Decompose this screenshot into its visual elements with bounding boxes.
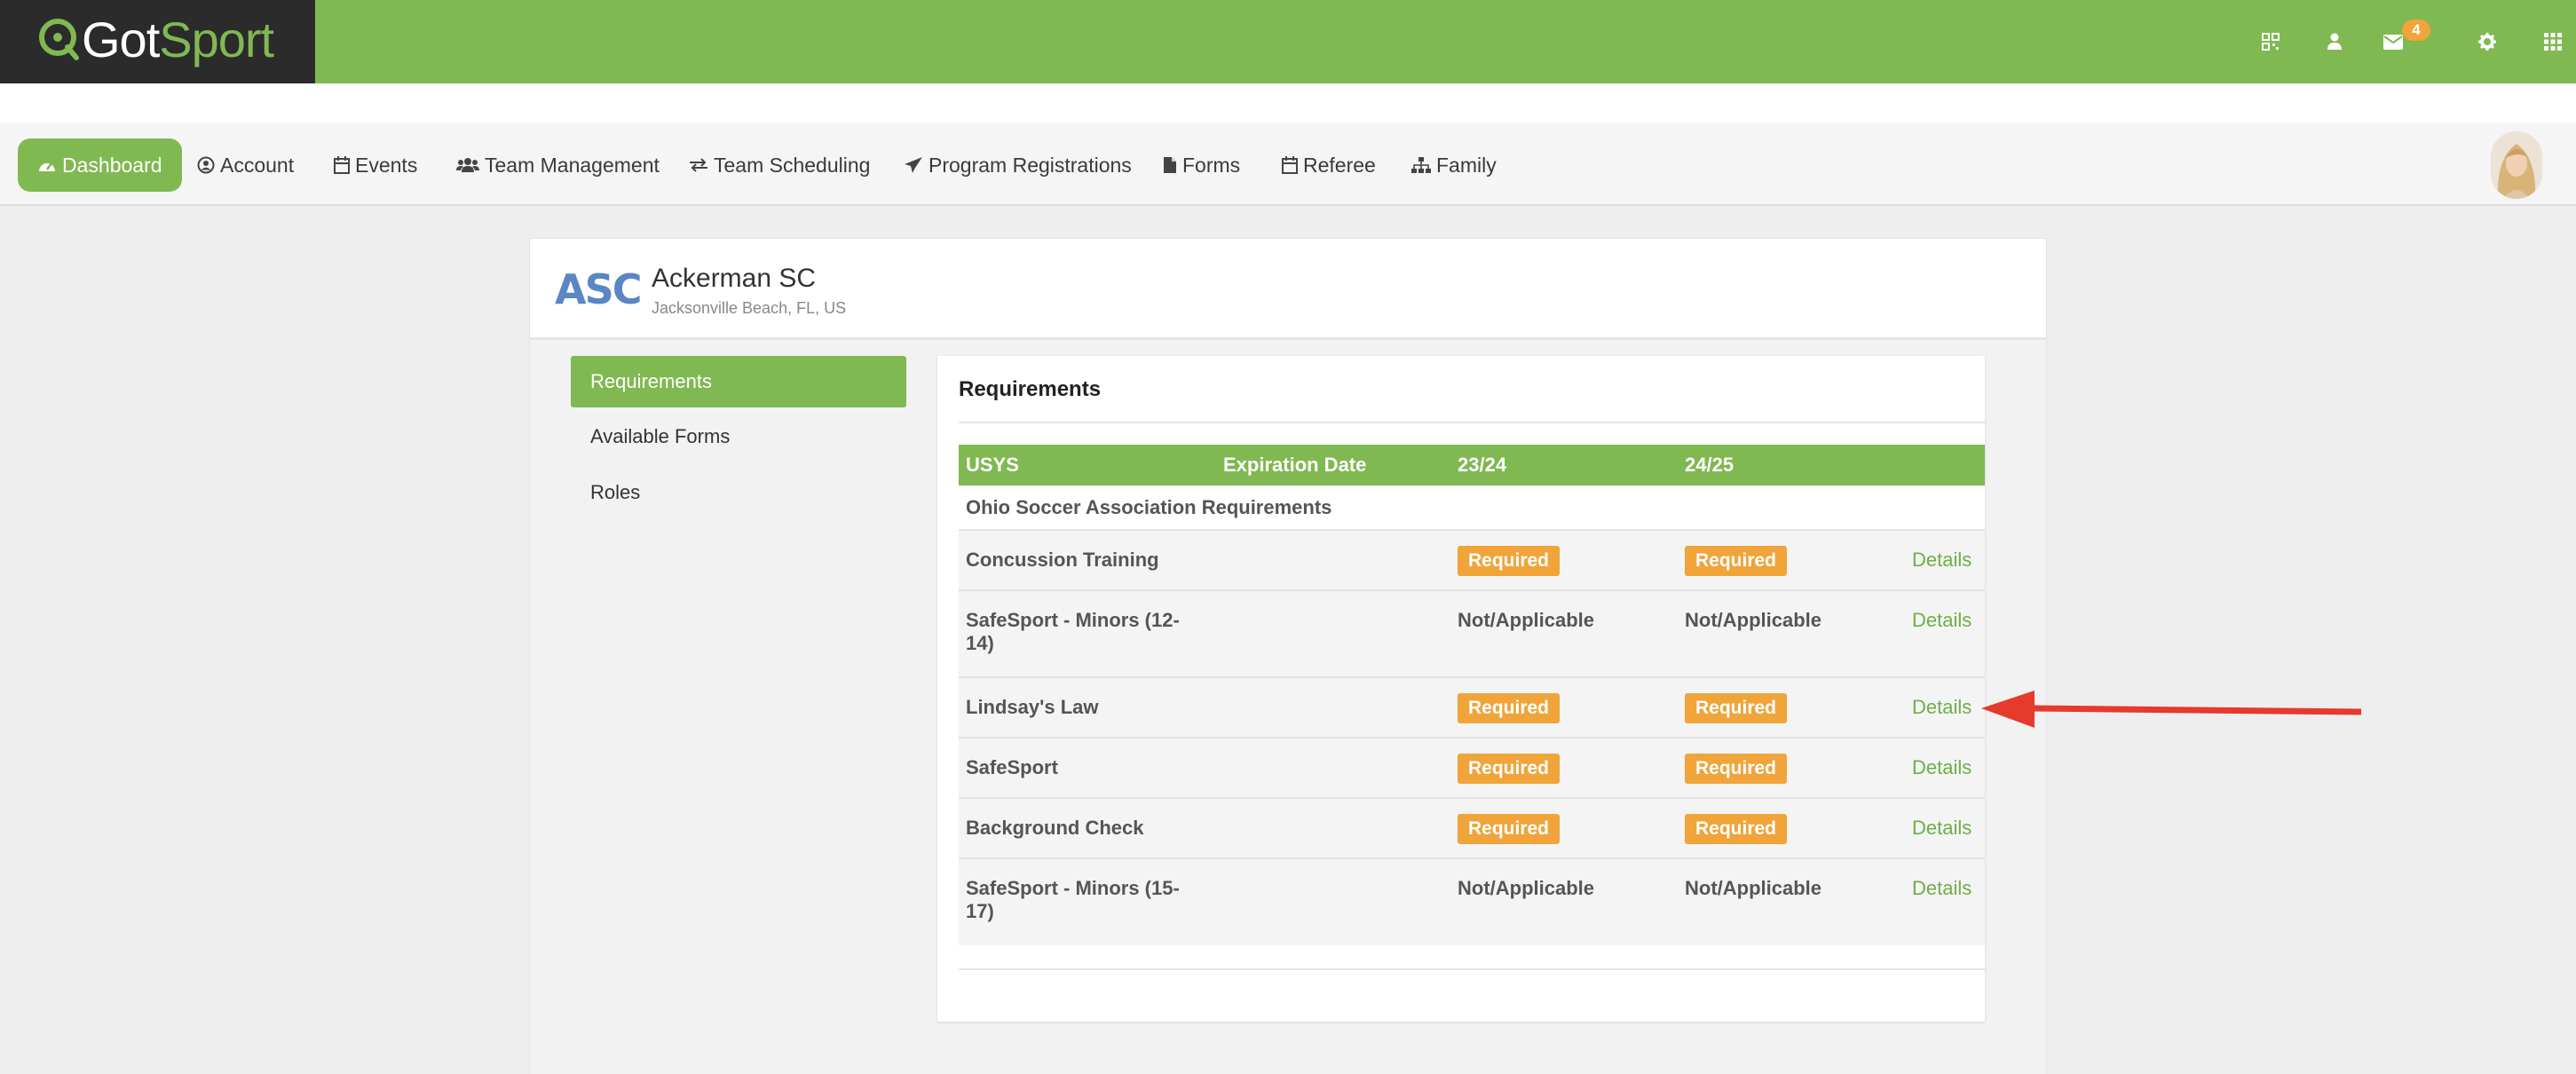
paper-plane-icon xyxy=(905,157,922,173)
nav-family[interactable]: Family xyxy=(1411,138,1497,192)
column-header: Expiration Date xyxy=(1216,445,1450,486)
table-row: Background Check Required Required Detai… xyxy=(959,797,1985,858)
status-text: Not/Applicable xyxy=(1678,857,1905,945)
club-body: Requirements Available Forms Roles Requi… xyxy=(530,340,2046,1074)
logo-text: GotSport xyxy=(82,12,274,67)
spacer-strip xyxy=(0,83,2576,122)
user-circle-icon xyxy=(197,156,215,174)
group-label: Ohio Soccer Association Requirements xyxy=(966,495,1332,518)
column-header: 24/25 xyxy=(1678,445,1905,486)
message-count-badge: 4 xyxy=(2402,20,2430,41)
column-header: 23/24 xyxy=(1450,445,1678,486)
nav-team-scheduling[interactable]: Team Scheduling xyxy=(689,138,870,192)
group-row: Ohio Soccer Association Requirements xyxy=(959,486,1985,530)
sidebar-item-available-forms[interactable]: Available Forms xyxy=(571,411,906,462)
expiration-date xyxy=(1216,857,1450,945)
club-location: Jacksonville Beach, FL, US xyxy=(652,299,847,317)
status-text: Not/Applicable xyxy=(1450,589,1678,677)
table-row: Lindsay's Law Required Required Details xyxy=(959,676,1985,738)
requirement-name: SafeSport - Minors (15- 17) xyxy=(959,857,1216,945)
expiration-date xyxy=(1216,676,1450,738)
status-badge: Required xyxy=(1458,693,1561,723)
expiration-date xyxy=(1216,589,1450,677)
sidebar-item-roles[interactable]: Roles xyxy=(571,467,906,518)
calendar-icon xyxy=(1282,156,1298,174)
details-link[interactable]: Details xyxy=(1912,609,1972,631)
calendar-icon xyxy=(334,156,350,174)
divider xyxy=(959,968,1985,970)
details-link[interactable]: Details xyxy=(1912,817,1972,839)
nav-dashboard[interactable]: Dashboard xyxy=(18,138,182,192)
users-icon xyxy=(456,158,479,172)
nav-program-registrations-label: Program Registrations xyxy=(928,153,1132,177)
requirements-panel: Requirements USYS Expiration Date 23/24 … xyxy=(937,356,1985,1022)
avatar[interactable] xyxy=(2491,131,2542,199)
column-header: USYS xyxy=(959,445,1216,486)
nav-events-label: Events xyxy=(355,153,418,177)
table-row: SafeSport Required Required Details xyxy=(959,737,1985,798)
requirements-table: USYS Expiration Date 23/24 24/25 Ohio So… xyxy=(959,445,1985,945)
table-header-row: USYS Expiration Date 23/24 24/25 xyxy=(959,445,1985,486)
expiration-date xyxy=(1216,737,1450,798)
sidebar-item-requirements[interactable]: Requirements xyxy=(571,356,906,407)
table-row: Concussion Training Required Required De… xyxy=(959,529,1985,590)
requirement-name: SafeSport - Minors (12- 14) xyxy=(959,589,1216,677)
qr-code-icon[interactable] xyxy=(2253,24,2288,59)
requirement-name: SafeSport xyxy=(959,737,1216,798)
nav-team-scheduling-label: Team Scheduling xyxy=(714,153,871,177)
nav-events[interactable]: Events xyxy=(334,138,417,192)
nav-team-management-label: Team Management xyxy=(485,153,660,177)
requirement-name: Background Check xyxy=(959,797,1216,858)
details-link[interactable]: Details xyxy=(1912,549,1972,571)
nav-account[interactable]: Account xyxy=(197,138,294,192)
status-badge: Required xyxy=(1685,693,1788,723)
divider xyxy=(959,422,1985,423)
expiration-date xyxy=(1216,529,1450,590)
nav-team-management[interactable]: Team Management xyxy=(456,138,660,192)
details-link[interactable]: Details xyxy=(1912,877,1972,899)
status-badge: Required xyxy=(1458,754,1561,784)
nav-family-label: Family xyxy=(1436,153,1497,177)
details-link[interactable]: Details xyxy=(1912,756,1972,778)
status-text: Not/Applicable xyxy=(1450,857,1678,945)
club-card: ASC Ackerman SC Jacksonville Beach, FL, … xyxy=(529,238,2047,1074)
table-row: SafeSport - Minors (12- 14) Not/Applicabl… xyxy=(959,589,1985,677)
requirement-name: Lindsay's Law xyxy=(959,676,1216,738)
apps-grid-icon[interactable] xyxy=(2535,24,2571,59)
user-icon[interactable] xyxy=(2317,24,2352,59)
club-name: Ackerman SC xyxy=(652,264,817,293)
nav-dashboard-label: Dashboard xyxy=(62,153,162,177)
requirement-name: Concussion Training xyxy=(959,529,1216,590)
sitemap-icon xyxy=(1411,157,1431,173)
nav-program-registrations[interactable]: Program Registrations xyxy=(904,138,1132,192)
panel-title: Requirements xyxy=(959,377,1102,401)
gear-icon[interactable] xyxy=(2469,24,2505,59)
status-badge: Required xyxy=(1685,754,1788,784)
annotation-arrow-icon xyxy=(1981,691,2362,728)
table-row: SafeSport - Minors (15- 17) Not/Applicabl… xyxy=(959,857,1985,945)
expiration-date xyxy=(1216,797,1450,858)
club-logo: ASC xyxy=(555,265,642,313)
nav-referee-label: Referee xyxy=(1303,153,1376,177)
status-text: Not/Applicable xyxy=(1678,589,1905,677)
status-badge: Required xyxy=(1685,546,1788,576)
nav-forms[interactable]: Forms xyxy=(1163,138,1240,192)
status-badge: Required xyxy=(1458,546,1561,576)
details-link[interactable]: Details xyxy=(1912,696,1972,718)
top-bar: GotSport 4 xyxy=(0,0,2576,83)
logo[interactable]: GotSport xyxy=(0,0,315,83)
column-header xyxy=(1905,445,1985,486)
status-badge: Required xyxy=(1685,814,1788,844)
file-icon xyxy=(1164,157,1176,173)
main-nav: Dashboard Account Events Team Management… xyxy=(0,122,2576,206)
exchange-icon xyxy=(690,158,707,172)
status-badge: Required xyxy=(1458,814,1561,844)
club-header: ASC Ackerman SC Jacksonville Beach, FL, … xyxy=(530,239,2046,340)
dashboard-icon xyxy=(39,162,55,171)
gotsport-logo-icon xyxy=(39,19,79,60)
nav-forms-label: Forms xyxy=(1182,153,1241,177)
nav-account-label: Account xyxy=(220,153,295,177)
nav-referee[interactable]: Referee xyxy=(1282,138,1376,192)
